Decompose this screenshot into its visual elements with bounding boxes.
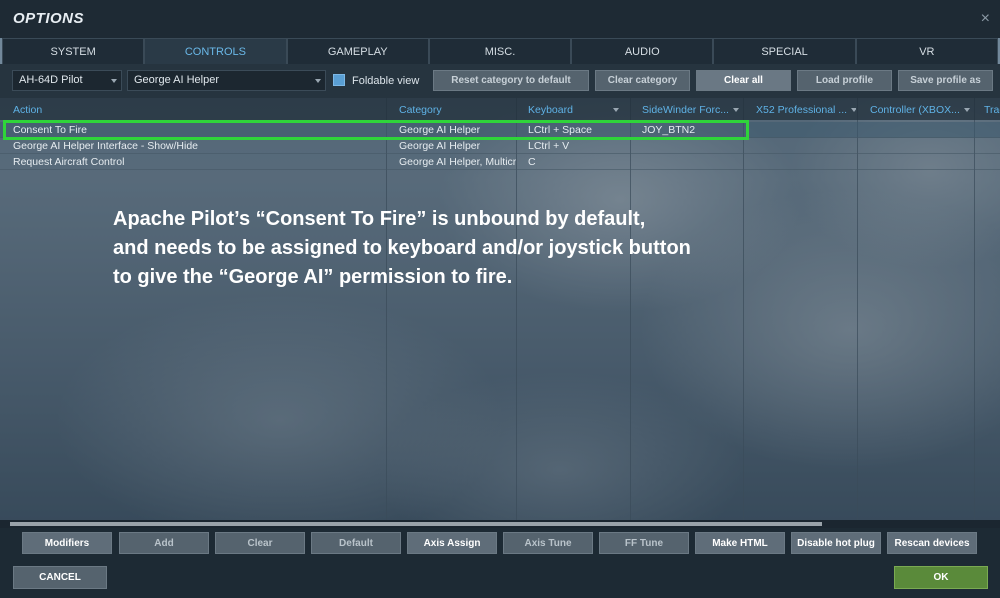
ff-tune-button[interactable]: FF Tune <box>599 532 689 554</box>
cell-keyboard[interactable]: LCtrl + V <box>528 140 569 152</box>
title-bar: OPTIONS × <box>0 0 1000 38</box>
table-row[interactable]: Consent To Fire George AI Helper LCtrl +… <box>0 122 1000 138</box>
chevron-down-icon <box>315 79 321 83</box>
close-icon[interactable]: × <box>981 10 990 28</box>
chevron-down-icon <box>612 108 619 113</box>
default-button[interactable]: Default <box>311 532 401 554</box>
cell-action: Request Aircraft Control <box>13 156 125 168</box>
cell-keyboard[interactable]: C <box>528 156 536 168</box>
cell-action: Consent To Fire <box>13 124 87 136</box>
tab-misc[interactable]: MISC. <box>428 38 572 64</box>
cell-action: George AI Helper Interface - Show/Hide <box>13 140 199 152</box>
add-button[interactable]: Add <box>119 532 209 554</box>
annotation-text: Apache Pilot’s “Consent To Fire” is unbo… <box>113 205 773 292</box>
tab-gameplay[interactable]: GAMEPLAY <box>286 38 429 64</box>
cell-category: George AI Helper <box>399 140 481 152</box>
header-keyboard[interactable]: Keyboard <box>528 104 628 116</box>
cell-category: George AI Helper, Multicre <box>399 156 516 168</box>
horizontal-scrollbar[interactable] <box>0 520 1000 528</box>
aircraft-select-value: AH-64D Pilot <box>19 74 83 86</box>
category-select-value: George AI Helper <box>134 74 219 86</box>
clear-button[interactable]: Clear <box>215 532 305 554</box>
header-action[interactable]: Action <box>13 104 42 116</box>
table-row[interactable]: George AI Helper Interface - Show/Hide G… <box>0 138 1000 154</box>
table-header: Action Category Keyboard SideWinder Forc… <box>0 98 1000 120</box>
cancel-button[interactable]: CANCEL <box>13 566 107 589</box>
axis-tune-button[interactable]: Axis Tune <box>503 532 593 554</box>
category-select[interactable]: George AI Helper <box>127 70 326 91</box>
annotation-line-2: and needs to be assigned to keyboard and… <box>113 237 691 259</box>
header-sidewinder[interactable]: SideWinder Forc... <box>642 104 742 116</box>
cell-category: George AI Helper <box>399 124 481 136</box>
tab-system[interactable]: SYSTEM <box>2 38 145 64</box>
header-trackir[interactable]: Trac <box>984 104 1000 116</box>
ok-button[interactable]: OK <box>894 566 988 589</box>
rescan-devices-button[interactable]: Rescan devices <box>887 532 977 554</box>
window-title: OPTIONS <box>13 10 85 27</box>
header-x52[interactable]: X52 Professional ... <box>756 104 856 116</box>
cell-sidewinder[interactable]: JOY_BTN2 <box>642 124 695 136</box>
tab-vr[interactable]: VR <box>855 38 998 64</box>
annotation-line-1: Apache Pilot’s “Consent To Fire” is unbo… <box>113 208 646 230</box>
options-tabs: SYSTEM CONTROLS GAMEPLAY MISC. AUDIO SPE… <box>2 38 998 64</box>
cell-keyboard[interactable]: LCtrl + Space <box>528 124 592 136</box>
load-profile-button[interactable]: Load profile <box>797 70 892 91</box>
aircraft-select[interactable]: AH-64D Pilot <box>12 70 122 91</box>
clear-all-button[interactable]: Clear all <box>696 70 791 91</box>
make-html-button[interactable]: Make HTML <box>695 532 785 554</box>
header-category[interactable]: Category <box>399 104 442 116</box>
clear-category-button[interactable]: Clear category <box>595 70 690 91</box>
tab-audio[interactable]: AUDIO <box>571 38 714 64</box>
annotation-line-3: to give the “George AI” permission to fi… <box>113 266 513 288</box>
axis-assign-button[interactable]: Axis Assign <box>407 532 497 554</box>
bindings-table: Action Category Keyboard SideWinder Forc… <box>0 98 1000 520</box>
chevron-down-icon <box>732 108 739 113</box>
chevron-down-icon <box>851 108 856 113</box>
foldable-view-label: Foldable view <box>352 75 420 87</box>
tab-special[interactable]: SPECIAL <box>713 38 856 64</box>
modifiers-button[interactable]: Modifiers <box>22 532 112 554</box>
foldable-view-checkbox[interactable] <box>333 74 345 86</box>
chevron-down-icon <box>963 108 970 113</box>
header-xbox-controller[interactable]: Controller (XBOX... <box>870 104 974 116</box>
table-row[interactable]: Request Aircraft Control George AI Helpe… <box>0 154 1000 170</box>
tab-controls[interactable]: CONTROLS <box>144 38 287 64</box>
disable-hot-plug-button[interactable]: Disable hot plug <box>791 532 881 554</box>
scrollbar-thumb[interactable] <box>10 522 822 526</box>
save-profile-as-button[interactable]: Save profile as <box>898 70 993 91</box>
chevron-down-icon <box>111 79 117 83</box>
reset-category-button[interactable]: Reset category to default <box>433 70 589 91</box>
